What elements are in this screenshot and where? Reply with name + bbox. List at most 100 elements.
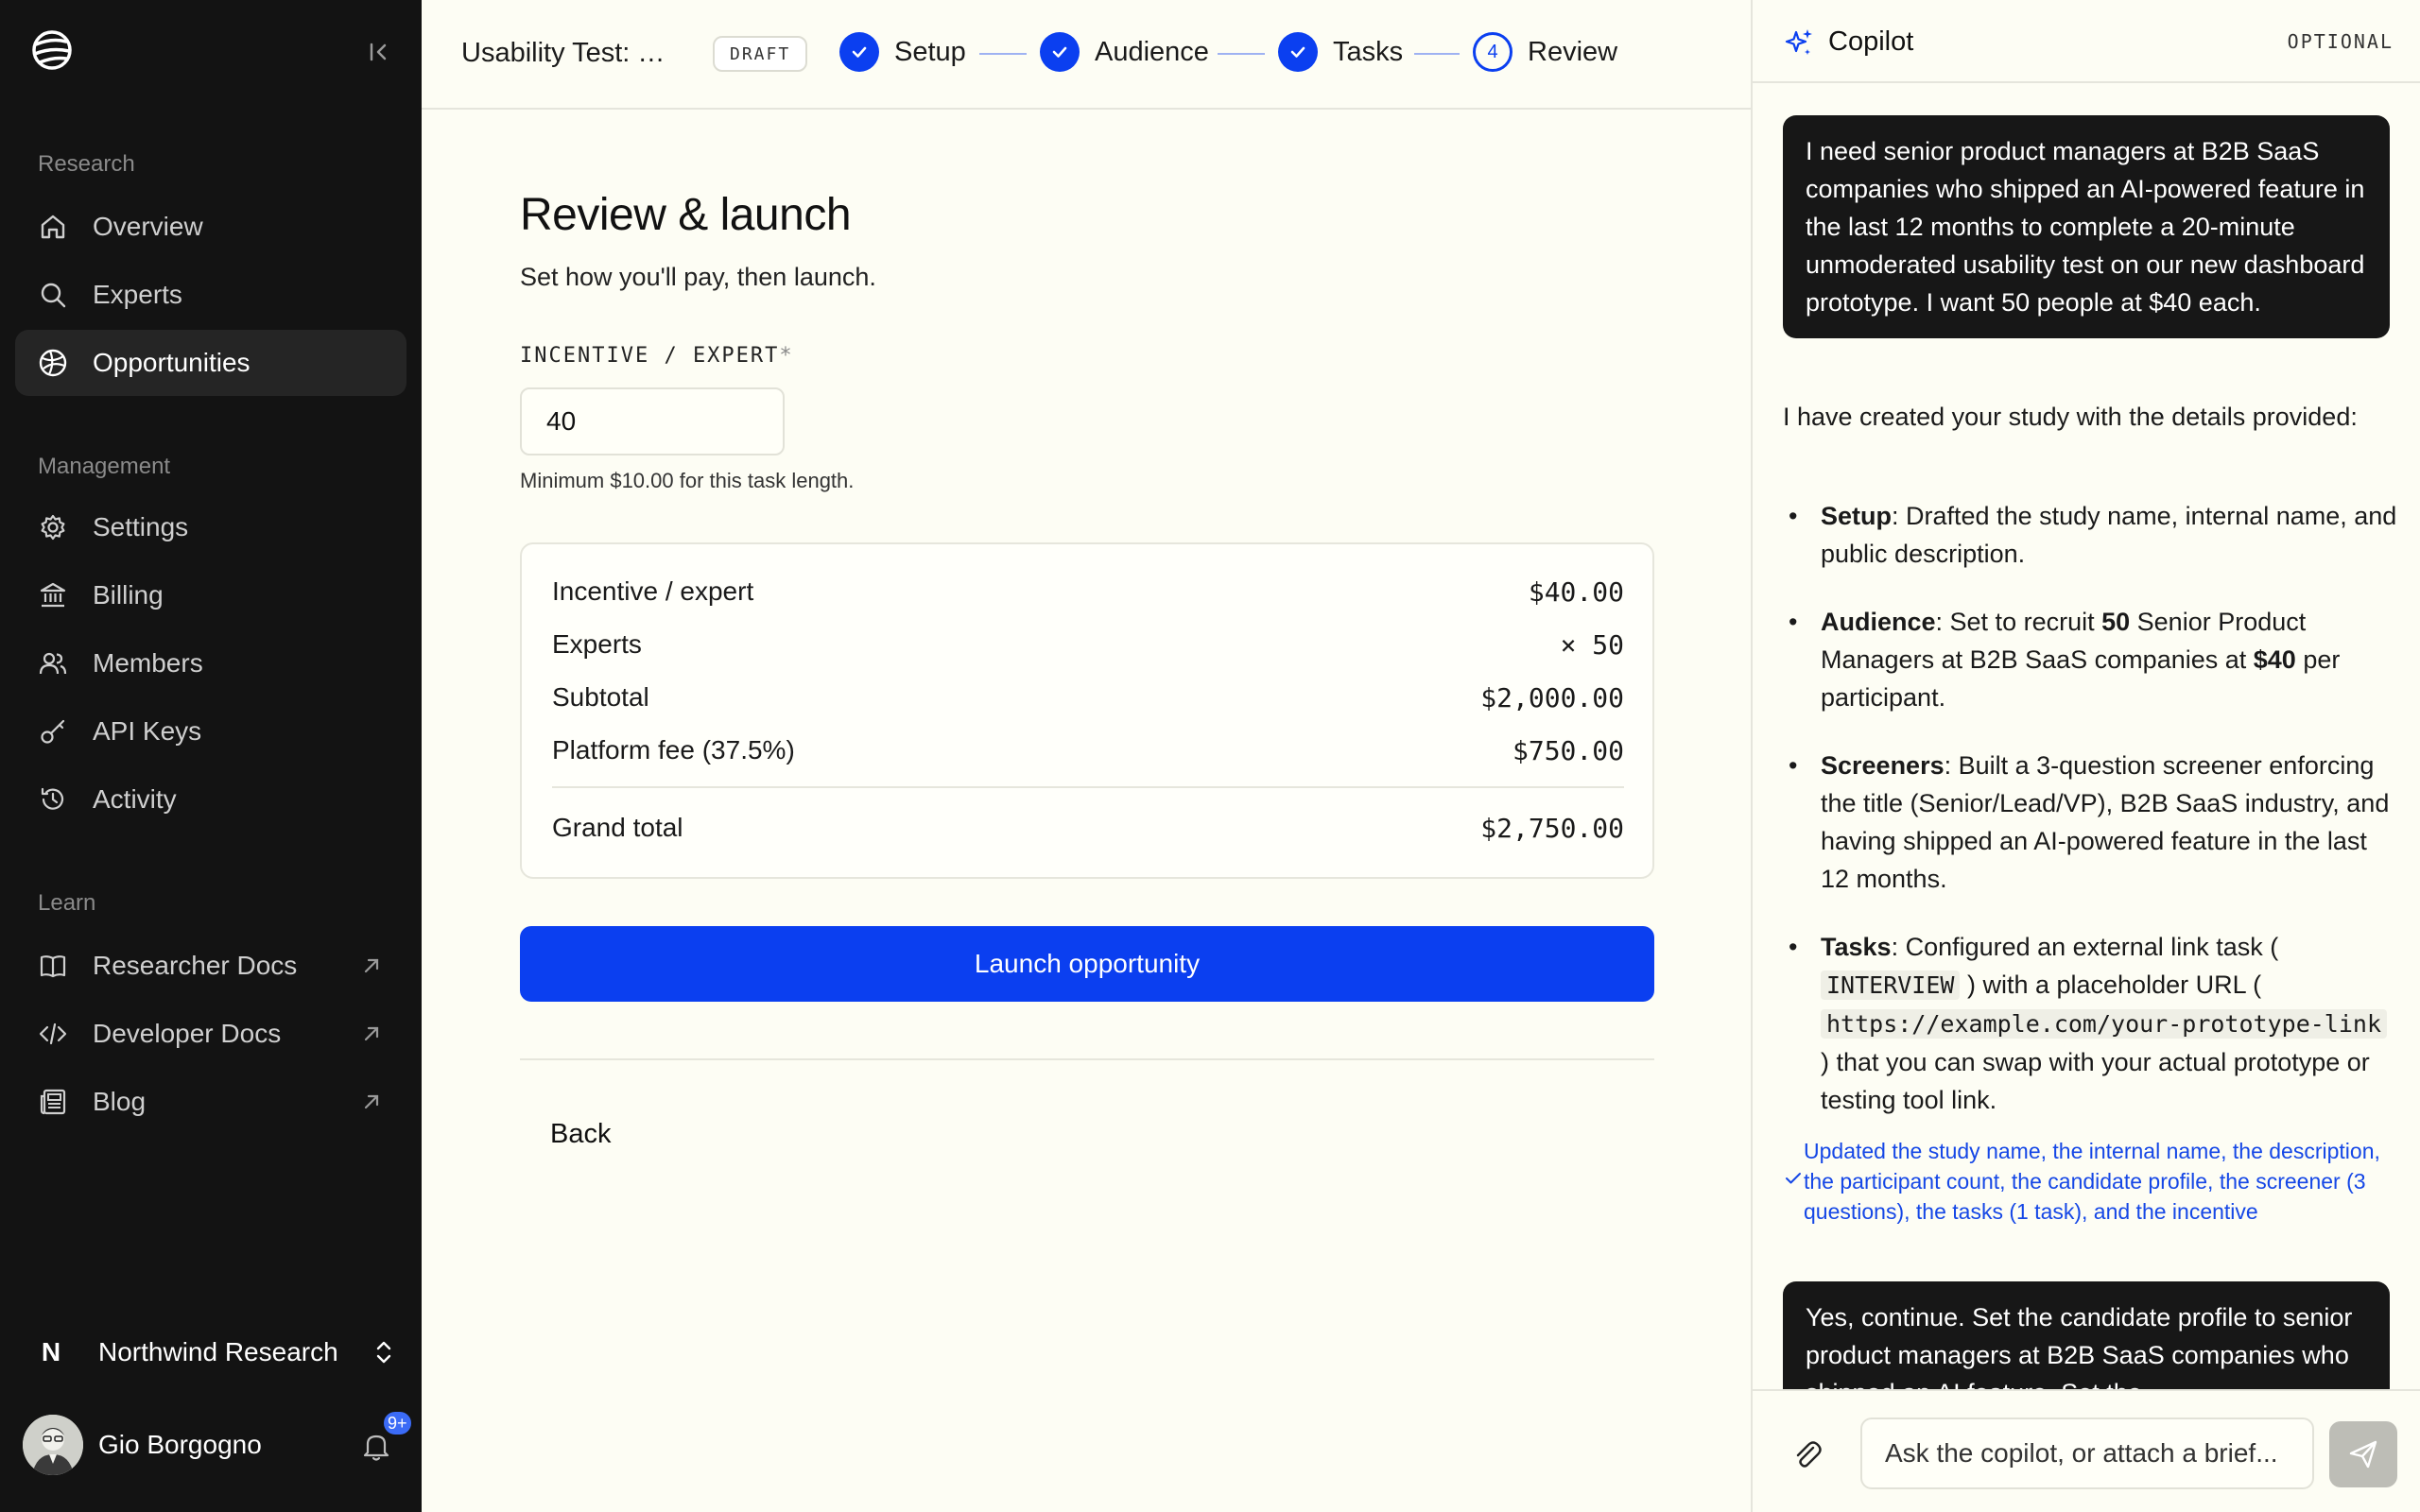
required-mark: * <box>779 344 794 368</box>
send-icon <box>2349 1440 2377 1469</box>
step-audience[interactable]: Audience <box>1040 32 1209 72</box>
step-connector <box>979 53 1027 55</box>
list-item: Setup: Drafted the study name, internal … <box>1783 497 2397 573</box>
org-switcher[interactable]: N Northwind Research <box>23 1319 406 1385</box>
step-connector <box>1218 53 1265 55</box>
user-message: Yes, continue. Set the candidate profile… <box>1783 1281 2390 1389</box>
sidebar-item-overview[interactable]: Overview <box>15 194 406 260</box>
avatar <box>23 1415 83 1475</box>
summary-label: Experts <box>552 629 642 659</box>
copilot-composer <box>1753 1389 2420 1512</box>
summary-value: $40.00 <box>1528 576 1624 608</box>
logo-icon[interactable] <box>30 28 74 72</box>
section-label-learn: Learn <box>38 890 96 916</box>
sparkle-icon <box>1785 29 1812 55</box>
sidebar-item-opportunities[interactable]: Opportunities <box>15 330 406 396</box>
step-label: Review <box>1528 36 1618 67</box>
summary-label: Subtotal <box>552 682 649 712</box>
org-name: Northwind Research <box>98 1337 338 1366</box>
sidebar-item-label: Developer Docs <box>93 1019 282 1048</box>
collapse-sidebar-icon[interactable] <box>367 40 391 64</box>
sidebar-item-label: Blog <box>93 1087 147 1116</box>
sidebar-item-label: Members <box>93 648 203 678</box>
check-icon <box>1783 1136 1804 1227</box>
step-setup[interactable]: Setup <box>839 32 966 72</box>
external-link-icon <box>364 1094 379 1109</box>
send-button[interactable] <box>2329 1421 2397 1487</box>
cost-summary: Incentive / expert $40.00 Experts × 50 S… <box>520 542 1654 879</box>
grand-total-value: $2,750.00 <box>1480 813 1624 844</box>
copilot-input[interactable] <box>1860 1418 2314 1489</box>
chevron-up-down-icon <box>376 1341 391 1364</box>
incentive-input[interactable] <box>520 387 785 455</box>
bank-icon <box>38 580 68 610</box>
sidebar-item-label: API Keys <box>93 716 202 746</box>
summary-label: Incentive / expert <box>552 576 754 606</box>
sidebar-item-billing[interactable]: Billing <box>15 562 406 628</box>
step-label: Setup <box>894 36 966 67</box>
home-icon <box>38 212 68 242</box>
copilot-title: Copilot <box>1828 26 1914 57</box>
code-icon <box>38 1019 68 1049</box>
step-label: Tasks <box>1333 36 1404 67</box>
paperclip-icon[interactable] <box>1792 1438 1823 1472</box>
list-item: Tasks: Configured an external link task … <box>1783 928 2397 1119</box>
study-title: Usability Test: N... <box>461 38 679 68</box>
copilot-header: Copilot OPTIONAL <box>1753 0 2420 83</box>
sidebar-item-api-keys[interactable]: API Keys <box>15 698 406 765</box>
update-note-text: Updated the study name, the internal nam… <box>1804 1139 2380 1224</box>
sidebar-item-blog[interactable]: Blog <box>15 1069 406 1135</box>
sidebar-item-settings[interactable]: Settings <box>15 494 406 560</box>
step-tasks[interactable]: Tasks <box>1278 32 1403 72</box>
back-button[interactable]: Back <box>550 1119 611 1150</box>
key-icon <box>38 716 68 747</box>
sidebar-item-activity[interactable]: Activity <box>15 766 406 833</box>
grand-total-row: Grand total $2,750.00 <box>552 813 1624 844</box>
section-label-management: Management <box>38 454 171 479</box>
book-icon <box>38 951 68 981</box>
newspaper-icon <box>38 1087 68 1117</box>
user-message: I need senior product managers at B2B Sa… <box>1783 115 2390 338</box>
update-note: Updated the study name, the internal nam… <box>1783 1136 2397 1227</box>
user-menu[interactable]: Gio Borgogno 9+ <box>23 1410 413 1480</box>
sidebar-item-label: Experts <box>93 280 182 309</box>
sidebar: Research Overview Experts Opportunities … <box>0 0 422 1512</box>
sidebar-item-label: Activity <box>93 784 177 814</box>
summary-label: Platform fee (37.5%) <box>552 735 795 765</box>
search-icon <box>38 280 68 310</box>
sidebar-item-label: Opportunities <box>93 348 251 377</box>
summary-row: Platform fee (37.5%) $750.00 <box>552 735 1624 766</box>
globe-icon <box>38 348 68 378</box>
gear-icon <box>38 512 68 542</box>
step-review[interactable]: 4 Review <box>1473 32 1617 72</box>
history-icon <box>38 784 68 815</box>
check-icon <box>1040 32 1080 72</box>
user-name: Gio Borgogno <box>98 1430 262 1459</box>
sidebar-item-researcher-docs[interactable]: Researcher Docs <box>15 933 406 999</box>
step-connector <box>1414 53 1460 55</box>
section-label-research: Research <box>38 151 135 177</box>
external-link-icon <box>364 1026 379 1041</box>
summary-value: $2,000.00 <box>1480 682 1624 713</box>
study-header: Usability Test: N... DRAFT Setup Audienc… <box>422 0 1751 110</box>
list-item: Screeners: Built a 3-question screener e… <box>1783 747 2397 898</box>
sidebar-item-experts[interactable]: Experts <box>15 262 406 328</box>
page-title: Review & launch <box>520 190 852 240</box>
sidebar-item-label: Researcher Docs <box>93 951 298 980</box>
assistant-bullets: Setup: Drafted the study name, internal … <box>1783 497 2397 1149</box>
sidebar-item-developer-docs[interactable]: Developer Docs <box>15 1001 406 1067</box>
summary-row: Subtotal $2,000.00 <box>552 682 1624 713</box>
sidebar-item-members[interactable]: Members <box>15 630 406 696</box>
sidebar-item-label: Billing <box>93 580 164 610</box>
status-badge: DRAFT <box>713 36 808 72</box>
page-subtitle: Set how you'll pay, then launch. <box>520 263 876 291</box>
check-icon <box>1278 32 1318 72</box>
users-icon <box>38 648 68 679</box>
org-initial: N <box>41 1337 61 1366</box>
launch-button[interactable]: Launch opportunity <box>520 926 1654 1002</box>
list-item: Audience: Set to recruit 50 Senior Produ… <box>1783 603 2397 716</box>
summary-divider <box>552 786 1624 788</box>
copilot-conversation[interactable]: I need senior product managers at B2B Sa… <box>1753 85 2420 1389</box>
summary-row: Incentive / expert $40.00 <box>552 576 1624 608</box>
incentive-label: INCENTIVE / EXPERT* <box>520 344 794 368</box>
